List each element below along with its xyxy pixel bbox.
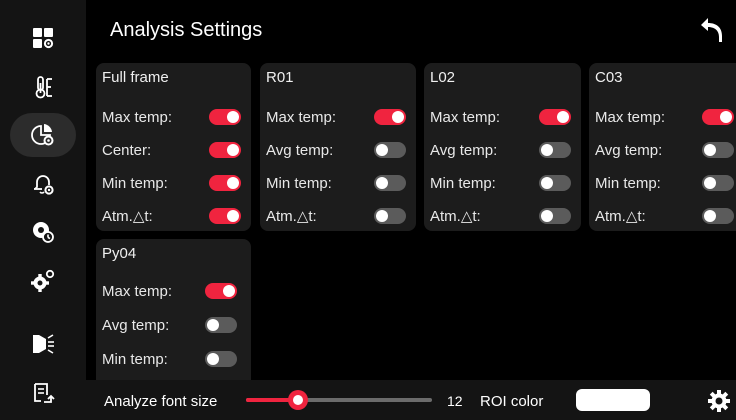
setting-row: Min temp: (595, 169, 736, 197)
setting-row: Min temp: (102, 345, 251, 373)
panel-c03: C03 Max temp: Avg temp: Min temp: Atm.△t… (589, 63, 736, 231)
max-temp-toggle[interactable] (702, 109, 734, 125)
setting-label: Atm.△t: (430, 208, 481, 225)
setting-row: Atm.△t: (266, 202, 416, 230)
alarm-settings-icon (34, 175, 54, 195)
panel-title: L02 (430, 69, 456, 86)
panel-title: C03 (595, 69, 623, 86)
panel-r01: R01 Max temp: Avg temp: Min temp: Atm.△t… (260, 63, 416, 231)
setting-label: Avg temp: (595, 141, 663, 159)
analysis-settings-icon (31, 124, 54, 146)
setting-row: Avg temp: (430, 136, 581, 164)
center-toggle[interactable] (209, 142, 241, 158)
max-temp-toggle[interactable] (209, 109, 241, 125)
slider-thumb[interactable] (288, 390, 309, 410)
sidebar-item-layout[interactable] (0, 14, 86, 62)
min-temp-toggle[interactable] (374, 175, 406, 191)
sidebar (0, 0, 86, 420)
setting-label: Avg temp: (266, 141, 334, 159)
panel-title: Full frame (102, 69, 169, 86)
setting-row: Min temp: (102, 169, 251, 197)
setting-row: Atm.△t: (595, 202, 736, 230)
setting-label: Min temp: (595, 174, 661, 192)
max-temp-toggle[interactable] (539, 109, 571, 125)
setting-row: Avg temp: (595, 136, 736, 164)
panel-py04: Py04 Max temp: Avg temp: Min temp: (96, 239, 251, 381)
sidebar-item-report[interactable] (0, 370, 86, 418)
timer-settings-icon (33, 222, 54, 243)
setting-label: Min temp: (102, 350, 168, 368)
avg-temp-toggle[interactable] (539, 142, 571, 158)
sidebar-item-analysis-settings[interactable] (0, 111, 86, 159)
setting-row: Avg temp: (102, 311, 251, 339)
setting-row: Min temp: (266, 169, 416, 197)
sidebar-item-temperature[interactable] (0, 63, 86, 111)
atm-delta-toggle[interactable] (209, 208, 241, 224)
min-temp-toggle[interactable] (539, 175, 571, 191)
page-title: Analysis Settings (110, 19, 263, 41)
report-icon (34, 383, 55, 403)
font-size-label: Analyze font size (104, 393, 218, 410)
max-temp-toggle[interactable] (374, 109, 406, 125)
gear-settings-icon (31, 269, 55, 292)
setting-row: Max temp: (266, 103, 416, 131)
atm-delta-toggle[interactable] (702, 208, 734, 224)
setting-label: Atm.△t: (595, 208, 646, 225)
sidebar-item-general-settings[interactable] (0, 257, 86, 305)
setting-label: Max temp: (595, 108, 666, 126)
sidebar-item-alarm-settings[interactable] (0, 160, 86, 208)
panel-l02: L02 Max temp: Avg temp: Min temp: Atm.△t… (424, 63, 581, 231)
font-size-slider[interactable] (246, 390, 432, 410)
setting-label: Max temp: (102, 108, 173, 126)
min-temp-toggle[interactable] (209, 175, 241, 191)
setting-label: Min temp: (266, 174, 332, 192)
footer-bar: Analyze font size 12 ROI color (86, 380, 736, 420)
max-temp-toggle[interactable] (205, 283, 237, 299)
setting-label: Center: (102, 141, 152, 159)
setting-row: Min temp: (430, 169, 581, 197)
min-temp-toggle[interactable] (702, 175, 734, 191)
panel-title: R01 (266, 69, 294, 86)
setting-row: Max temp: (430, 103, 581, 131)
avg-temp-toggle[interactable] (374, 142, 406, 158)
setting-label: Max temp: (102, 282, 173, 300)
layout-icon (33, 28, 54, 49)
header: Analysis Settings (86, 0, 736, 62)
roi-color-label: ROI color (480, 393, 544, 410)
avg-temp-toggle[interactable] (702, 142, 734, 158)
sidebar-item-display-settings[interactable] (0, 320, 86, 368)
setting-label: Min temp: (102, 174, 168, 192)
min-temp-toggle[interactable] (205, 351, 237, 367)
setting-row: Atm.△t: (430, 202, 581, 230)
setting-label: Avg temp: (102, 316, 170, 334)
setting-label: Min temp: (430, 174, 496, 192)
panel-full-frame: Full frame Max temp: Center: Min temp: A… (96, 63, 251, 231)
setting-row: Max temp: (595, 103, 736, 131)
atm-delta-toggle[interactable] (374, 208, 406, 224)
setting-label: Atm.△t: (266, 208, 317, 225)
setting-label: Atm.△t: (102, 208, 153, 225)
roi-color-swatch[interactable] (576, 389, 650, 411)
setting-row: Atm.△t: (102, 202, 251, 230)
thermometer-icon (35, 76, 52, 99)
setting-row: Center: (102, 136, 251, 164)
atm-delta-toggle[interactable] (539, 208, 571, 224)
setting-label: Avg temp: (430, 141, 498, 159)
avg-temp-toggle[interactable] (205, 317, 237, 333)
setting-label: Max temp: (266, 108, 337, 126)
setting-row: Max temp: (102, 103, 251, 131)
setting-row: Max temp: (102, 277, 251, 305)
display-settings-icon (33, 334, 54, 354)
sidebar-item-timer-settings[interactable] (0, 208, 86, 256)
back-icon[interactable] (698, 16, 724, 44)
gear-icon[interactable] (706, 388, 732, 414)
panel-title: Py04 (102, 245, 137, 262)
setting-label: Max temp: (430, 108, 501, 126)
font-size-value: 12 (447, 393, 463, 409)
setting-row: Avg temp: (266, 136, 416, 164)
